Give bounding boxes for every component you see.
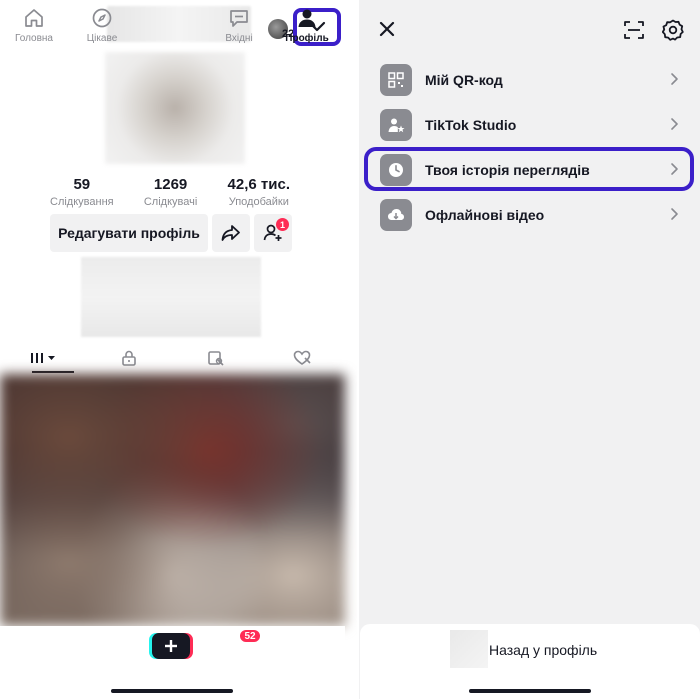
- scan-button[interactable]: [622, 18, 646, 42]
- plus-icon: [165, 640, 177, 652]
- profile-icon: [298, 9, 316, 27]
- tab-private[interactable]: [86, 343, 172, 373]
- tab-videos[interactable]: [0, 343, 86, 373]
- profile-content-tabs: [0, 343, 345, 373]
- watch-history-highlight: [364, 147, 694, 191]
- liked-icon: [293, 350, 311, 365]
- video-grid-blurred[interactable]: [0, 374, 345, 626]
- menu-item-tiktok-studio-label: TikTok Studio: [425, 117, 517, 133]
- stat-likes[interactable]: 42,6 тис. Уподобайки: [228, 176, 290, 208]
- chevron-right-icon: [671, 118, 678, 130]
- lock-icon: [122, 350, 137, 366]
- share-icon: [221, 225, 240, 241]
- nav-home-label: Головна: [15, 33, 53, 44]
- tab-liked[interactable]: [259, 343, 345, 373]
- menu-item-offline-videos[interactable]: Офлайнові відео: [362, 193, 695, 237]
- tab-saved[interactable]: [173, 343, 259, 373]
- nav-discover[interactable]: Цікаве: [72, 6, 132, 44]
- edit-profile-button[interactable]: Редагувати профіль: [50, 214, 208, 252]
- nav-profile-label: Профіль: [285, 33, 329, 44]
- profile-avatar[interactable]: [105, 52, 245, 164]
- nav-profile[interactable]: Профіль: [277, 6, 337, 44]
- blurred-bio: [81, 257, 261, 337]
- nav-home[interactable]: Головна: [4, 6, 64, 44]
- friend-notification-badge: 1: [276, 218, 289, 231]
- nav-inbox-label: Вхідні: [225, 33, 253, 44]
- menu-item-tiktok-studio[interactable]: TikTok Studio: [362, 103, 695, 147]
- saved-icon: [207, 351, 224, 366]
- back-to-profile-label[interactable]: Назад у профіль: [489, 642, 597, 658]
- grid-icon: [31, 353, 56, 363]
- create-button[interactable]: [152, 633, 190, 659]
- inbox-count-badge: 52: [239, 629, 261, 643]
- stat-following-label: Слідкування: [50, 196, 114, 208]
- nav-discover-label: Цікаве: [86, 33, 118, 44]
- home-icon: [25, 9, 43, 27]
- stat-followers-value: 1269: [153, 176, 188, 193]
- back-to-profile-avatar: [450, 630, 488, 668]
- stat-likes-label: Уподобайки: [228, 196, 289, 208]
- gear-icon: [662, 19, 684, 41]
- menu-item-qr-code[interactable]: Мій QR-код: [362, 58, 695, 102]
- close-icon: [379, 21, 395, 37]
- screen-divider: [357, 0, 359, 699]
- menu-item-offline-videos-label: Офлайнові відео: [425, 207, 545, 223]
- chevron-right-icon: [671, 208, 678, 220]
- stat-followers-label: Слідкувачі: [143, 196, 198, 208]
- stat-likes-value: 42,6 тис.: [227, 176, 290, 193]
- scan-icon: [624, 21, 644, 39]
- studio-icon: [380, 109, 412, 141]
- stat-following-value: 59: [73, 176, 91, 193]
- download-icon: [380, 199, 412, 231]
- compass-icon: [92, 8, 112, 28]
- stat-following[interactable]: 59 Слідкування: [50, 176, 114, 208]
- back-to-profile-bar[interactable]: [360, 624, 700, 699]
- share-profile-button[interactable]: [212, 214, 250, 252]
- home-indicator: [111, 689, 233, 693]
- qr-code-icon: [380, 64, 412, 96]
- stat-followers[interactable]: 1269 Слідкувачі: [144, 176, 197, 208]
- inbox-icon: [230, 10, 248, 27]
- chevron-right-icon: [671, 73, 678, 85]
- nav-inbox[interactable]: Вхідні: [209, 6, 269, 44]
- home-indicator: [469, 689, 591, 693]
- close-button[interactable]: [376, 18, 398, 40]
- profile-stats: 59 Слідкування 1269 Слідкувачі 42,6 тис.…: [50, 176, 290, 208]
- menu-item-qr-code-label: Мій QR-код: [425, 72, 503, 88]
- settings-button[interactable]: [661, 18, 685, 42]
